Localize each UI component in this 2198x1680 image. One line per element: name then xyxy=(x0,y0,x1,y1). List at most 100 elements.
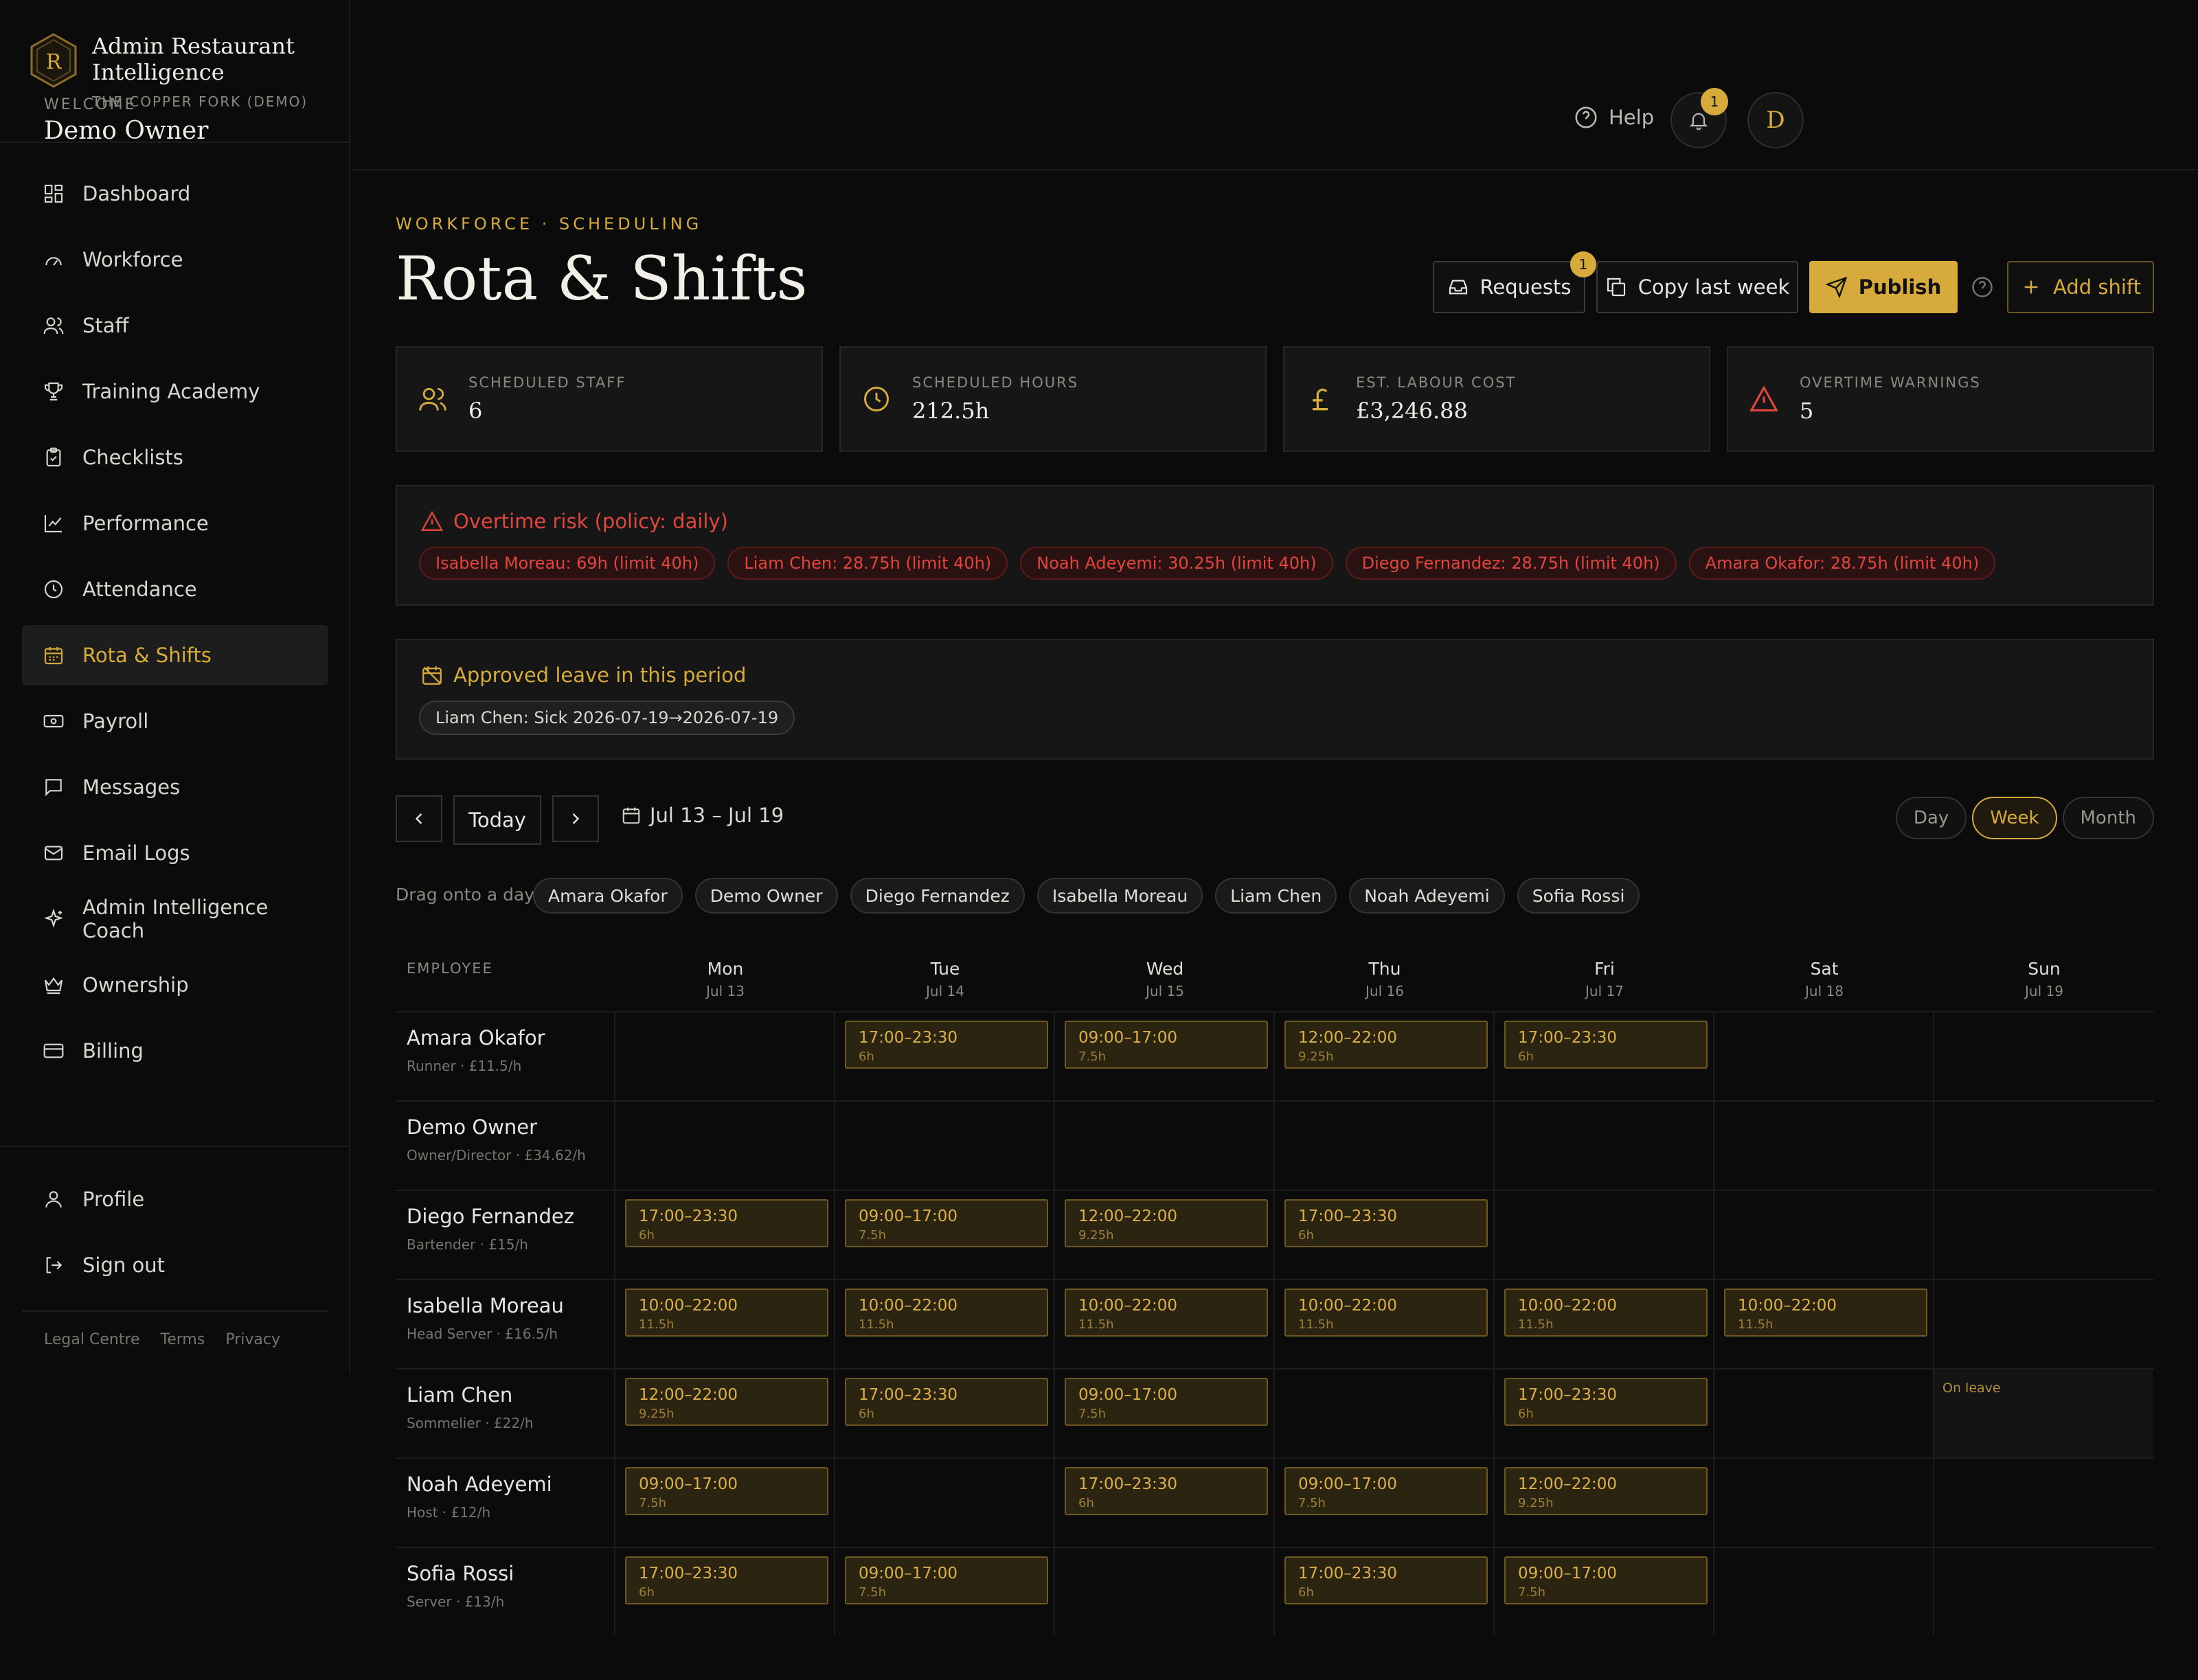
day-name: Sun xyxy=(2028,959,2061,979)
legal-centre-link[interactable]: Legal Centre xyxy=(44,1331,140,1348)
shift-block[interactable]: 12:00–22:00 9.25h xyxy=(1065,1199,1268,1247)
topbar xyxy=(352,0,2198,170)
shift-block[interactable]: 10:00–22:00 11.5h xyxy=(845,1289,1048,1337)
sidebar-item-messages[interactable]: Messages xyxy=(22,757,328,817)
publish-help-icon[interactable] xyxy=(1970,275,1995,299)
shift-block[interactable]: 09:00–17:00 7.5h xyxy=(1065,1021,1268,1069)
sidebar-item-staff[interactable]: Staff xyxy=(22,295,328,356)
shift-block[interactable]: 17:00–23:30 6h xyxy=(845,1378,1048,1426)
shift-block[interactable]: 17:00–23:30 6h xyxy=(1284,1199,1488,1247)
view-switcher: Day Week Month xyxy=(1890,797,2154,839)
shift-time: 10:00–22:00 xyxy=(1738,1297,1837,1315)
stat-overtime-warnings: OVERTIME WARNINGS 5 xyxy=(1727,346,2154,452)
sidebar-item-checklists[interactable]: Checklists xyxy=(22,427,328,488)
alert-triangle-icon xyxy=(420,510,444,531)
overtime-chip: Amara Okafor: 28.75h (limit 40h) xyxy=(1688,547,1996,580)
shift-hours: 7.5h xyxy=(1078,1407,1107,1421)
sidebar-item-email-logs[interactable]: Email Logs xyxy=(22,823,328,883)
overtime-chip: Noah Adeyemi: 30.25h (limit 40h) xyxy=(1020,547,1333,580)
sidebar-item-profile[interactable]: Profile xyxy=(22,1169,328,1229)
shift-block[interactable]: 09:00–17:00 7.5h xyxy=(845,1556,1048,1604)
shift-block[interactable]: 10:00–22:00 11.5h xyxy=(1065,1289,1268,1337)
employee-role: Runner · £11.5/h xyxy=(407,1058,522,1074)
shift-block[interactable]: 17:00–23:30 6h xyxy=(1065,1467,1268,1515)
add-shift-button[interactable]: Add shift xyxy=(2007,261,2154,313)
prev-week-button[interactable] xyxy=(396,795,442,842)
sidebar-item-sign-out[interactable]: Sign out xyxy=(22,1235,328,1295)
clock-icon xyxy=(864,387,889,411)
shift-block[interactable]: 12:00–22:00 9.25h xyxy=(1284,1021,1488,1069)
calendar-icon xyxy=(44,647,63,665)
shift-hours: 6h xyxy=(639,1228,655,1242)
shift-block[interactable]: 17:00–23:30 6h xyxy=(625,1556,828,1604)
sidebar-item-dashboard[interactable]: Dashboard xyxy=(22,163,328,224)
requests-badge: 1 xyxy=(1570,251,1596,277)
shift-time: 12:00–22:00 xyxy=(639,1386,738,1404)
shift-block[interactable]: 17:00–23:30 6h xyxy=(1504,1021,1708,1069)
drag-people: Amara Okafor Demo Owner Diego Fernandez … xyxy=(533,878,1652,913)
sidebar-item-attendance[interactable]: Attendance xyxy=(22,559,328,620)
shift-time: 09:00–17:00 xyxy=(1078,1029,1178,1047)
shift-block[interactable]: 09:00–17:00 7.5h xyxy=(625,1467,828,1515)
draggable-person-chip[interactable]: Noah Adeyemi xyxy=(1349,878,1505,913)
shift-block[interactable]: 12:00–22:00 9.25h xyxy=(625,1378,828,1426)
draggable-person-chip[interactable]: Sofia Rossi xyxy=(1517,878,1640,913)
shift-block[interactable]: 09:00–17:00 7.5h xyxy=(1065,1378,1268,1426)
shift-time: 09:00–17:00 xyxy=(1518,1565,1618,1582)
shift-block[interactable]: 10:00–22:00 11.5h xyxy=(1284,1289,1488,1337)
view-month-button[interactable]: Month xyxy=(2062,797,2154,839)
credit-card-icon xyxy=(43,1043,64,1058)
sidebar-item-workforce[interactable]: Workforce xyxy=(22,229,328,290)
terms-link[interactable]: Terms xyxy=(161,1331,205,1348)
add-shift-label: Add shift xyxy=(2053,275,2141,299)
sidebar-divider xyxy=(22,1310,328,1312)
shift-block[interactable]: 10:00–22:00 11.5h xyxy=(625,1289,828,1337)
sidebar-item-payroll[interactable]: Payroll xyxy=(22,691,328,751)
shift-block[interactable]: 12:00–22:00 9.25h xyxy=(1504,1467,1708,1515)
shift-block[interactable]: 09:00–17:00 7.5h xyxy=(845,1199,1048,1247)
privacy-link[interactable]: Privacy xyxy=(225,1331,280,1348)
shift-block[interactable]: 10:00–22:00 11.5h xyxy=(1724,1289,1927,1337)
svg-text:R: R xyxy=(46,50,63,74)
copy-last-week-button[interactable]: Copy last week xyxy=(1596,261,1798,313)
sidebar-item-performance[interactable]: Performance xyxy=(22,493,328,554)
draggable-person-chip[interactable]: Liam Chen xyxy=(1215,878,1337,913)
draggable-person-chip[interactable]: Amara Okafor xyxy=(533,878,683,913)
chevron-right-icon xyxy=(572,813,580,824)
next-week-button[interactable] xyxy=(552,795,599,842)
employee-name: Noah Adeyemi xyxy=(407,1473,552,1496)
shift-time: 09:00–17:00 xyxy=(1298,1475,1398,1493)
view-week-button[interactable]: Week xyxy=(1972,797,2057,839)
shift-block[interactable]: 17:00–23:30 6h xyxy=(1284,1556,1488,1604)
draggable-person-chip[interactable]: Diego Fernandez xyxy=(850,878,1025,913)
requests-button[interactable]: Requests xyxy=(1433,261,1585,313)
employee-column-header: EMPLOYEE xyxy=(407,960,493,977)
shift-block[interactable]: 10:00–22:00 11.5h xyxy=(1504,1289,1708,1337)
alert-triangle-icon xyxy=(1749,385,1778,412)
date-range-text: Jul 13 – Jul 19 xyxy=(650,804,784,827)
sidebar-item-training-academy[interactable]: Training Academy xyxy=(22,361,328,422)
today-button[interactable]: Today xyxy=(453,795,541,845)
view-day-button[interactable]: Day xyxy=(1895,797,1967,839)
shift-block[interactable]: 09:00–17:00 7.5h xyxy=(1504,1556,1708,1604)
shift-time: 17:00–23:30 xyxy=(1298,1207,1398,1225)
shift-time: 17:00–23:30 xyxy=(1518,1386,1618,1404)
shift-hours: 11.5h xyxy=(1518,1317,1554,1332)
shift-hours: 7.5h xyxy=(639,1496,667,1510)
avatar[interactable]: D xyxy=(1747,92,1804,148)
sidebar-item-rota-shifts[interactable]: Rota & Shifts xyxy=(22,625,328,685)
draggable-person-chip[interactable]: Demo Owner xyxy=(694,878,838,913)
employee-row: Amara Okafor Runner · £11.5/h 17:00–23:30 6… xyxy=(396,1011,2154,1100)
sidebar-item-admin-intelligence-coach[interactable]: Admin Intelligence Coach xyxy=(22,889,328,949)
publish-button[interactable]: Publish xyxy=(1809,261,1958,313)
help-button[interactable]: Help xyxy=(1573,104,1654,130)
draggable-person-chip[interactable]: Isabella Moreau xyxy=(1036,878,1203,913)
shift-block[interactable]: 17:00–23:30 6h xyxy=(625,1199,828,1247)
page-title: Rota & Shifts xyxy=(396,243,808,314)
leave-chip: Liam Chen: Sick 2026-07-19→2026-07-19 xyxy=(419,701,795,735)
shift-block[interactable]: 09:00–17:00 7.5h xyxy=(1284,1467,1488,1515)
sidebar-item-billing[interactable]: Billing xyxy=(22,1021,328,1081)
sidebar-item-ownership[interactable]: Ownership xyxy=(22,955,328,1015)
shift-block[interactable]: 17:00–23:30 6h xyxy=(845,1021,1048,1069)
shift-block[interactable]: 17:00–23:30 6h xyxy=(1504,1378,1708,1426)
